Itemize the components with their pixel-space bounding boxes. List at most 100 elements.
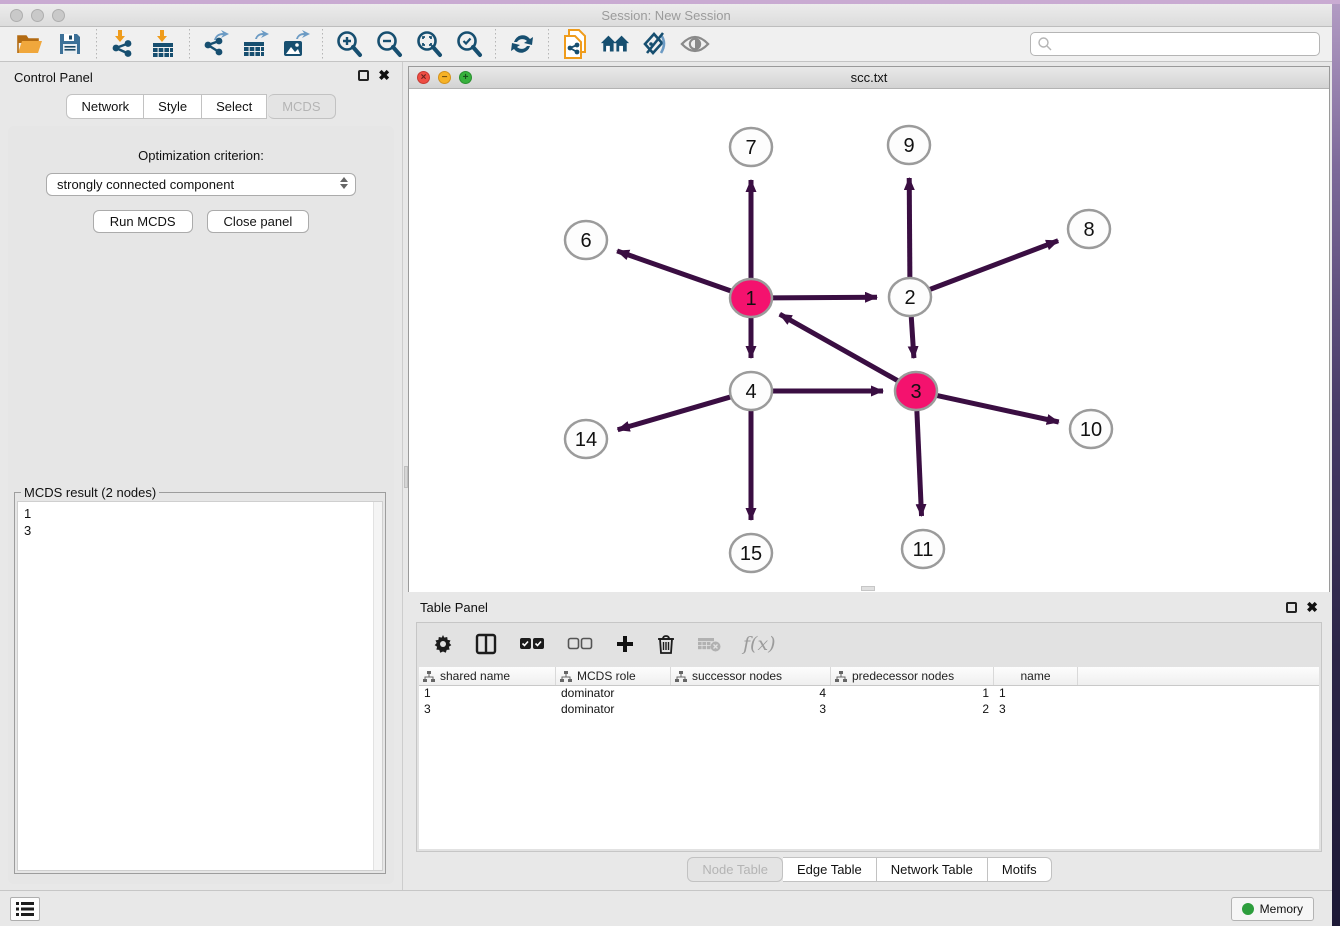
close-table-panel-icon[interactable]: ✖ (1306, 602, 1318, 613)
save-session-icon[interactable] (55, 29, 85, 59)
column-header-name[interactable]: name (994, 667, 1078, 685)
select-all-columns-icon[interactable] (519, 637, 545, 651)
column-header-shared-name[interactable]: shared name (419, 667, 556, 685)
float-panel-icon[interactable] (358, 70, 369, 81)
node-label-8: 8 (1083, 219, 1094, 241)
memory-button[interactable]: Memory (1231, 897, 1314, 921)
export-image-icon[interactable] (281, 29, 311, 59)
refresh-icon[interactable] (507, 29, 537, 59)
column-header-predecessor-nodes[interactable]: predecessor nodes (831, 667, 994, 685)
create-column-icon[interactable] (615, 634, 635, 654)
table-header-row: shared nameMCDS rolesuccessor nodesprede… (419, 667, 1319, 686)
cell-shared-name[interactable]: 3 (419, 702, 556, 718)
node-table[interactable]: shared nameMCDS rolesuccessor nodesprede… (419, 667, 1319, 849)
cell-MCDS-role[interactable]: dominator (556, 702, 671, 718)
network-resize-grip[interactable] (861, 586, 875, 591)
close-panel-button[interactable]: Close panel (207, 210, 310, 233)
column-type-icon (423, 671, 435, 682)
export-table-icon[interactable] (241, 29, 271, 59)
edge-2-9[interactable] (909, 178, 910, 277)
unselect-all-columns-icon[interactable] (567, 637, 593, 651)
main-toolbar (0, 27, 1332, 62)
cell-shared-name[interactable]: 1 (419, 686, 556, 702)
node-label-9: 9 (903, 135, 914, 157)
search-box[interactable] (1030, 32, 1320, 56)
import-network-icon[interactable] (108, 29, 138, 59)
network-maximize-button[interactable]: + (459, 71, 472, 84)
cell-name[interactable]: 1 (994, 686, 1078, 702)
open-session-icon[interactable] (15, 29, 45, 59)
tab-style[interactable]: Style (144, 94, 202, 119)
close-window-button[interactable] (10, 9, 23, 22)
edge-2-8[interactable] (929, 241, 1058, 290)
split-columns-icon[interactable] (475, 633, 497, 655)
optimization-criterion-select[interactable]: strongly connected component (46, 173, 356, 196)
zoom-fit-icon[interactable] (414, 29, 444, 59)
tab-network[interactable]: Network (66, 94, 144, 119)
tab-mcds[interactable]: MCDS (268, 94, 335, 119)
table-row[interactable]: 3dominator323 (419, 702, 1319, 718)
mcds-panel: Optimization criterion: strongly connect… (8, 126, 394, 884)
run-mcds-button[interactable]: Run MCDS (93, 210, 193, 233)
edge-4-14[interactable] (618, 397, 732, 430)
delete-table-icon (697, 636, 721, 652)
result-scrollbar[interactable] (373, 502, 382, 870)
hide-labels-icon[interactable] (640, 29, 670, 59)
network-window-titlebar[interactable]: × − + scc.txt (409, 67, 1329, 89)
tab-node-table[interactable]: Node Table (687, 857, 783, 882)
main-titlebar: Session: New Session (0, 4, 1332, 27)
session-title: Session: New Session (601, 8, 730, 23)
mcds-result-title: MCDS result (2 nodes) (21, 485, 159, 500)
desktop-wallpaper-right (1332, 0, 1340, 926)
mcds-result-area[interactable]: 1 3 (17, 501, 383, 871)
edge-3-1[interactable] (780, 314, 899, 381)
zoom-window-button[interactable] (52, 9, 65, 22)
cell-MCDS-role[interactable]: dominator (556, 686, 671, 702)
task-history-button[interactable] (10, 897, 40, 921)
cell-predecessor-nodes[interactable]: 2 (831, 702, 994, 718)
network-from-file-icon[interactable] (560, 29, 590, 59)
eye-icon[interactable] (680, 29, 710, 59)
column-type-icon (560, 671, 572, 682)
zoom-out-icon[interactable] (374, 29, 404, 59)
close-panel-icon[interactable]: ✖ (378, 70, 390, 81)
edge-1-2[interactable] (771, 297, 877, 298)
memory-status-icon (1242, 903, 1254, 915)
tab-motifs[interactable]: Motifs (988, 857, 1052, 882)
tab-network-table[interactable]: Network Table (877, 857, 988, 882)
table-body: 1dominator4113dominator323 (419, 686, 1319, 718)
edge-3-10[interactable] (936, 395, 1059, 422)
export-network-icon[interactable] (201, 29, 231, 59)
table-panel-tabs: Node TableEdge TableNetwork TableMotifs (686, 857, 1051, 882)
tab-select[interactable]: Select (202, 94, 267, 119)
table-row[interactable]: 1dominator411 (419, 686, 1319, 702)
float-table-panel-icon[interactable] (1286, 602, 1297, 613)
edge-2-3[interactable] (911, 317, 914, 358)
node-label-14: 14 (575, 429, 597, 451)
edge-3-11[interactable] (917, 411, 922, 516)
edge-1-6[interactable] (617, 251, 732, 291)
network-canvas[interactable]: 7968124314101511 (409, 89, 1329, 592)
column-header-MCDS-role[interactable]: MCDS role (556, 667, 671, 685)
control-panel: Control Panel ✖ NetworkStyleSelectMCDS O… (0, 62, 402, 890)
cell-successor-nodes[interactable]: 3 (671, 702, 831, 718)
network-close-button[interactable]: × (417, 71, 430, 84)
minimize-window-button[interactable] (31, 9, 44, 22)
network-minimize-button[interactable]: − (438, 71, 451, 84)
tab-edge-table[interactable]: Edge Table (783, 857, 877, 882)
toolbar-separator (322, 29, 323, 59)
table-settings-gear-icon[interactable] (433, 634, 453, 654)
application-window: Session: New Session (0, 4, 1332, 926)
column-header-successor-nodes[interactable]: successor nodes (671, 667, 831, 685)
cell-predecessor-nodes[interactable]: 1 (831, 686, 994, 702)
search-input[interactable] (1053, 34, 1319, 54)
toolbar-separator (548, 29, 549, 59)
cell-successor-nodes[interactable]: 4 (671, 686, 831, 702)
zoom-selected-icon[interactable] (454, 29, 484, 59)
home-icon[interactable] (600, 29, 630, 59)
node-label-1: 1 (745, 288, 756, 310)
delete-column-icon[interactable] (657, 634, 675, 655)
import-table-icon[interactable] (148, 29, 178, 59)
cell-name[interactable]: 3 (994, 702, 1078, 718)
zoom-in-icon[interactable] (334, 29, 364, 59)
